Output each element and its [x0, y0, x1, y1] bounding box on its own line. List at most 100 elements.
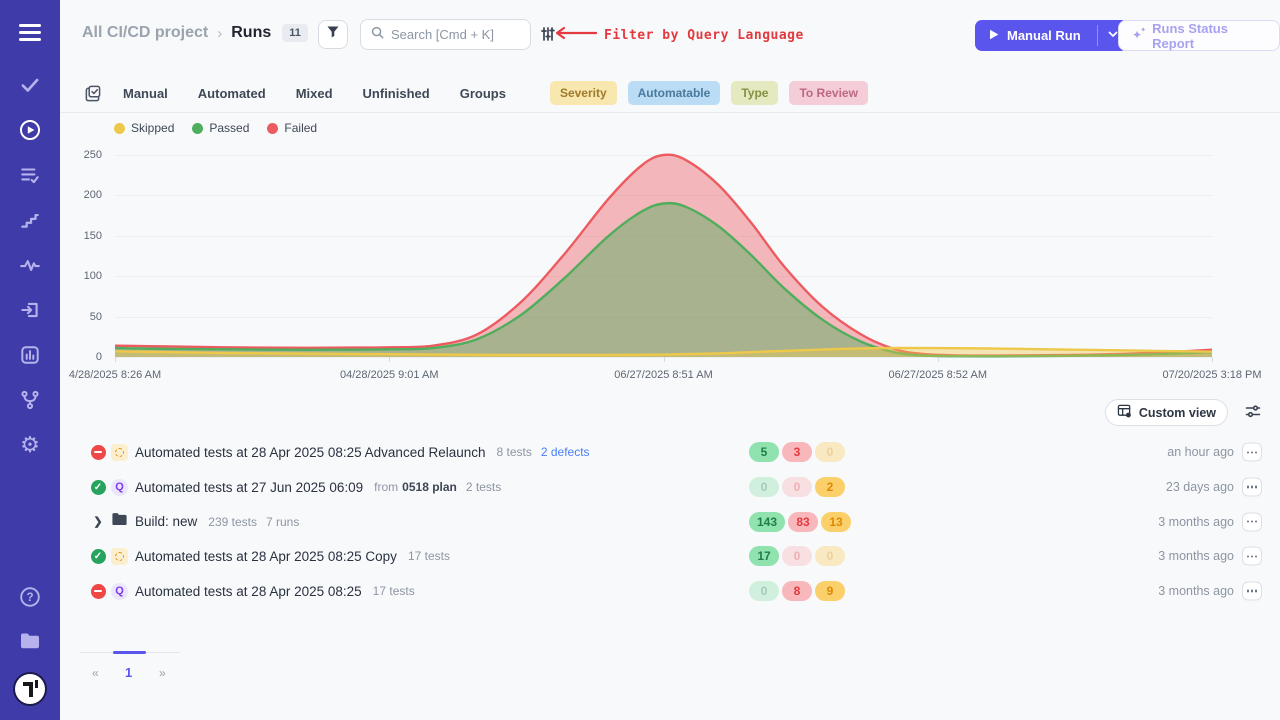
- legend-label: Skipped: [131, 121, 174, 135]
- count-pill-red: 0: [782, 477, 812, 497]
- import-icon: [19, 299, 41, 321]
- sparkles-icon: ✦✦: [1132, 29, 1145, 43]
- sidebar-item-activity[interactable]: [19, 254, 41, 276]
- chip-severity[interactable]: Severity: [550, 81, 617, 105]
- tab-manual[interactable]: Manual: [123, 86, 168, 101]
- run-status-slot: [90, 548, 106, 564]
- tab-unfinished[interactable]: Unfinished: [363, 86, 430, 101]
- sidebar-item-help[interactable]: ?: [19, 586, 41, 608]
- ellipsis-icon[interactable]: [1242, 478, 1262, 497]
- sidebar-item-plans[interactable]: [19, 164, 41, 186]
- run-row[interactable]: QAutomated tests at 28 Apr 2025 08:2517 …: [0, 574, 1280, 609]
- x-axis-tick: 06/27/2025 8:52 AM: [889, 369, 987, 381]
- sidebar-item-settings[interactable]: ⚙: [19, 434, 41, 456]
- ellipsis-icon[interactable]: [1242, 512, 1262, 531]
- status-failed-icon: [91, 445, 106, 460]
- hamburger-icon[interactable]: [19, 24, 41, 41]
- gear-icon: ⚙: [20, 434, 40, 456]
- page-title: Runs: [231, 24, 271, 42]
- chip-to-review[interactable]: To Review: [789, 81, 867, 105]
- custom-view-label: Custom view: [1139, 406, 1216, 420]
- custom-view-button[interactable]: Custom view: [1105, 399, 1228, 426]
- runs-count-badge: 11: [282, 24, 308, 42]
- sidebar-item-projects[interactable]: [19, 630, 41, 652]
- annotation: Filter by Query Language: [553, 26, 804, 45]
- check-icon: [19, 74, 41, 96]
- count-pill-red: 0: [782, 546, 812, 566]
- y-axis-tick: 250: [58, 149, 102, 161]
- x-axis-tickmark: [938, 357, 939, 362]
- testomat-logo[interactable]: [15, 674, 45, 704]
- branch-icon: [19, 389, 41, 411]
- count-pill-red: 8: [782, 581, 812, 601]
- breadcrumb-project[interactable]: All CI/CD project: [82, 24, 208, 42]
- view-settings-sliders-icon[interactable]: [1245, 404, 1261, 424]
- tab-mixed[interactable]: Mixed: [296, 86, 333, 101]
- sidebar-item-runs[interactable]: [19, 119, 41, 141]
- legend-item-skipped[interactable]: Skipped: [114, 121, 174, 135]
- x-axis-tick: 04/28/2025 9:01 AM: [340, 369, 438, 381]
- search-input[interactable]: [391, 27, 520, 42]
- sidebar-item-analytics[interactable]: [19, 344, 41, 366]
- sidebar-item-branches[interactable]: [19, 389, 41, 411]
- run-type-slot: [111, 513, 128, 530]
- pagination-page-1[interactable]: 1: [125, 665, 132, 680]
- run-row[interactable]: Automated tests at 28 Apr 2025 08:25 Cop…: [0, 539, 1280, 574]
- sidebar-item-tests[interactable]: [19, 74, 41, 96]
- chip-automatable[interactable]: Automatable: [628, 81, 721, 105]
- tab-automated[interactable]: Automated: [198, 86, 266, 101]
- run-title: Automated tests at 27 Jun 2025 06:09: [135, 480, 363, 495]
- folder-icon: [18, 629, 42, 653]
- manual-run-button[interactable]: Manual Run: [975, 20, 1097, 51]
- legend-dot: [114, 123, 125, 134]
- run-meta: 17 tests: [373, 584, 415, 598]
- run-row[interactable]: QAutomated tests at 27 Jun 2025 06:09fro…: [0, 470, 1280, 505]
- run-meta: 239 tests7 runs: [208, 515, 299, 529]
- logo-t-tick: [35, 680, 38, 688]
- defects-link[interactable]: 2 defects: [541, 445, 590, 459]
- chip-type[interactable]: Type: [731, 81, 778, 105]
- run-timestamp: 23 days ago: [1166, 480, 1234, 494]
- chevron-right-icon[interactable]: ❯: [93, 515, 102, 528]
- sidebar-item-milestones[interactable]: [19, 209, 41, 231]
- runs-status-report-button[interactable]: ✦✦ Runs Status Report: [1118, 20, 1280, 51]
- search-box[interactable]: [360, 19, 531, 50]
- select-all-icon[interactable]: [84, 85, 101, 102]
- ellipsis-icon[interactable]: [1242, 582, 1262, 601]
- annotation-text: Filter by Query Language: [604, 28, 804, 43]
- run-meta-item: 2 tests: [466, 480, 501, 494]
- legend-dot: [192, 123, 203, 134]
- pagination-next[interactable]: »: [159, 666, 166, 680]
- run-counts: 530: [749, 442, 845, 462]
- filter-button[interactable]: [318, 20, 348, 49]
- logo-t-stem: [29, 682, 33, 697]
- count-pill-green: 0: [749, 477, 779, 497]
- count-pill-yellow: 9: [815, 581, 845, 601]
- x-axis-tick: 07/20/2025 3:18 PM: [1162, 369, 1261, 381]
- run-type-slot: [111, 548, 128, 565]
- app-window: ⚙ ? All CI/CD project › Runs 11: [0, 0, 1280, 720]
- funnel-icon: [326, 25, 340, 44]
- legend-item-passed[interactable]: Passed: [192, 121, 249, 135]
- runs-list: Automated tests at 28 Apr 2025 08:25 Adv…: [0, 435, 1280, 608]
- breadcrumb-separator: ›: [217, 25, 222, 42]
- sidebar-item-import[interactable]: [19, 299, 41, 321]
- relaunch-icon: [111, 444, 128, 461]
- ellipsis-icon[interactable]: [1242, 547, 1262, 566]
- run-title: Automated tests at 28 Apr 2025 08:25 Adv…: [135, 445, 486, 460]
- run-row[interactable]: ❯Build: new239 tests7 runs14383133 month…: [0, 504, 1280, 539]
- tab-groups[interactable]: Groups: [460, 86, 506, 101]
- chart-legend: Skipped Passed Failed: [114, 121, 317, 135]
- run-status-slot: ❯: [90, 514, 106, 530]
- tabs-host: Manual Automated Mixed Unfinished Groups: [123, 86, 536, 101]
- ellipsis-icon[interactable]: [1242, 443, 1262, 462]
- bar-chart-icon: [19, 344, 41, 366]
- plan-icon: Q: [111, 479, 128, 496]
- x-axis-tick: 06/27/2025 8:51 AM: [614, 369, 712, 381]
- run-timestamp: an hour ago: [1167, 445, 1234, 459]
- run-title: Automated tests at 28 Apr 2025 08:25 Cop…: [135, 549, 397, 564]
- legend-item-failed[interactable]: Failed: [267, 121, 317, 135]
- run-type-slot: Q: [111, 479, 128, 496]
- run-row[interactable]: Automated tests at 28 Apr 2025 08:25 Adv…: [0, 435, 1280, 470]
- pagination-prev[interactable]: «: [92, 666, 99, 680]
